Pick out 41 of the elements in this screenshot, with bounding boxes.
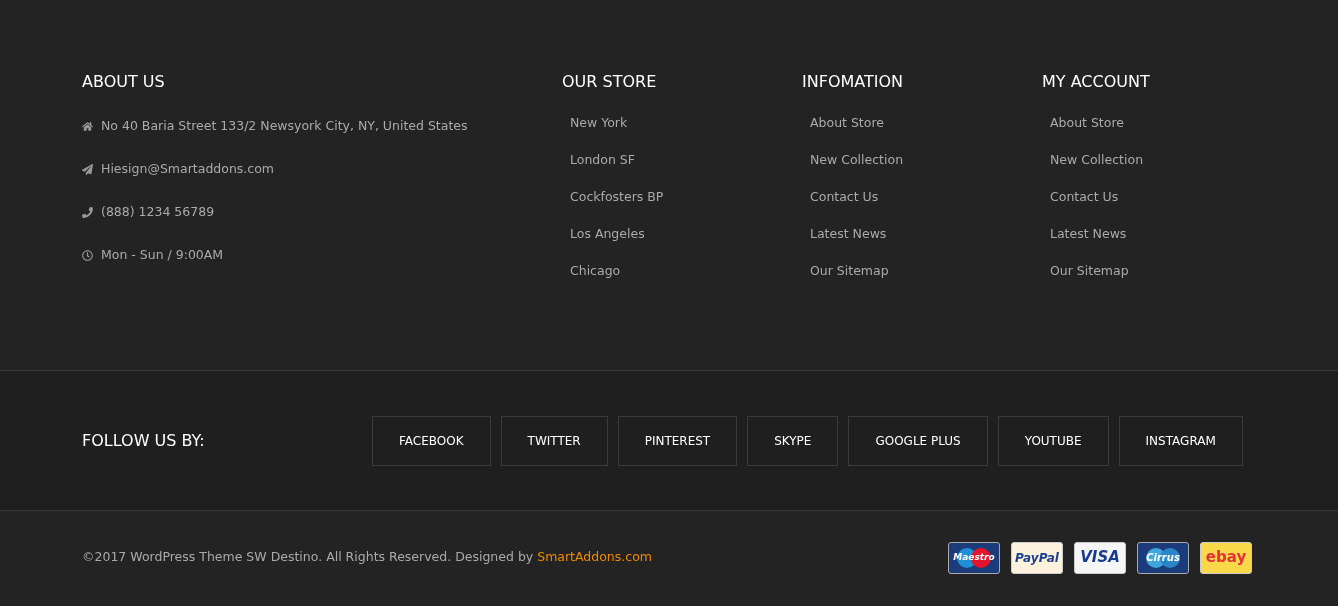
- clock-icon: [82, 250, 93, 261]
- follow-heading: FOLLOW US BY:: [82, 429, 206, 452]
- social-button[interactable]: YOUTUBE: [997, 415, 1109, 466]
- footer-link[interactable]: About Store: [810, 114, 884, 131]
- social-button[interactable]: INSTAGRAM: [1118, 415, 1243, 466]
- section-heading: OUR STORE: [562, 72, 658, 92]
- visa-card-logo: VISA: [1074, 541, 1126, 574]
- paypal-card-logo: PayPal: [1011, 541, 1063, 574]
- section-heading: INFOMATION: [802, 72, 905, 92]
- social-button[interactable]: GOOGLE PLUS: [848, 415, 988, 466]
- footer-link[interactable]: Chicago: [570, 262, 621, 279]
- footer-link[interactable]: Los Angeles: [570, 225, 645, 242]
- contact-text: (888) 1234 56789: [101, 203, 215, 222]
- footer-link[interactable]: Our Sitemap: [810, 262, 889, 279]
- designer-link[interactable]: SmartAddons.com: [537, 549, 652, 565]
- contact-text: No 40 Baria Street 133/2 Newsyork City, NY, United States: [101, 117, 468, 136]
- footer-link[interactable]: Our Sitemap: [1050, 262, 1129, 279]
- social-button[interactable]: FACEBOOK: [372, 415, 491, 466]
- cirrus-card-logo: Cirrus: [1137, 541, 1189, 574]
- footer-link[interactable]: London SF: [570, 151, 635, 168]
- footer-link[interactable]: Contact Us: [810, 188, 879, 205]
- copyright-text: ©2017 WordPress Theme SW Destino. All Rights Reserved. Designed by SmartAddons.com: [82, 548, 652, 567]
- footer-link[interactable]: Cockfosters BP: [570, 188, 664, 205]
- social-button[interactable]: SKYPE: [747, 415, 839, 466]
- social-button[interactable]: PINTEREST: [617, 415, 738, 466]
- footer-link[interactable]: Latest News: [810, 225, 887, 242]
- social-button[interactable]: TWITTER: [500, 415, 608, 466]
- footer-link[interactable]: Contact Us: [1050, 188, 1119, 205]
- footer-link[interactable]: New Collection: [1050, 151, 1144, 168]
- contact-text: Hiesign@Smartaddons.com: [101, 160, 274, 179]
- section-heading: ABOUT US: [82, 72, 166, 92]
- contact-text: Mon - Sun / 9:00AM: [101, 246, 224, 265]
- footer-link[interactable]: Latest News: [1050, 225, 1127, 242]
- footer-link[interactable]: New Collection: [810, 151, 904, 168]
- ebay-card-logo: ebay: [1200, 541, 1252, 574]
- section-heading: MY ACCOUNT: [1042, 72, 1151, 92]
- paper-plane-icon: [82, 164, 93, 175]
- footer-link[interactable]: New York: [570, 114, 628, 131]
- phone-icon: [82, 207, 93, 218]
- footer-link[interactable]: About Store: [1050, 114, 1124, 131]
- home-icon: [82, 121, 93, 132]
